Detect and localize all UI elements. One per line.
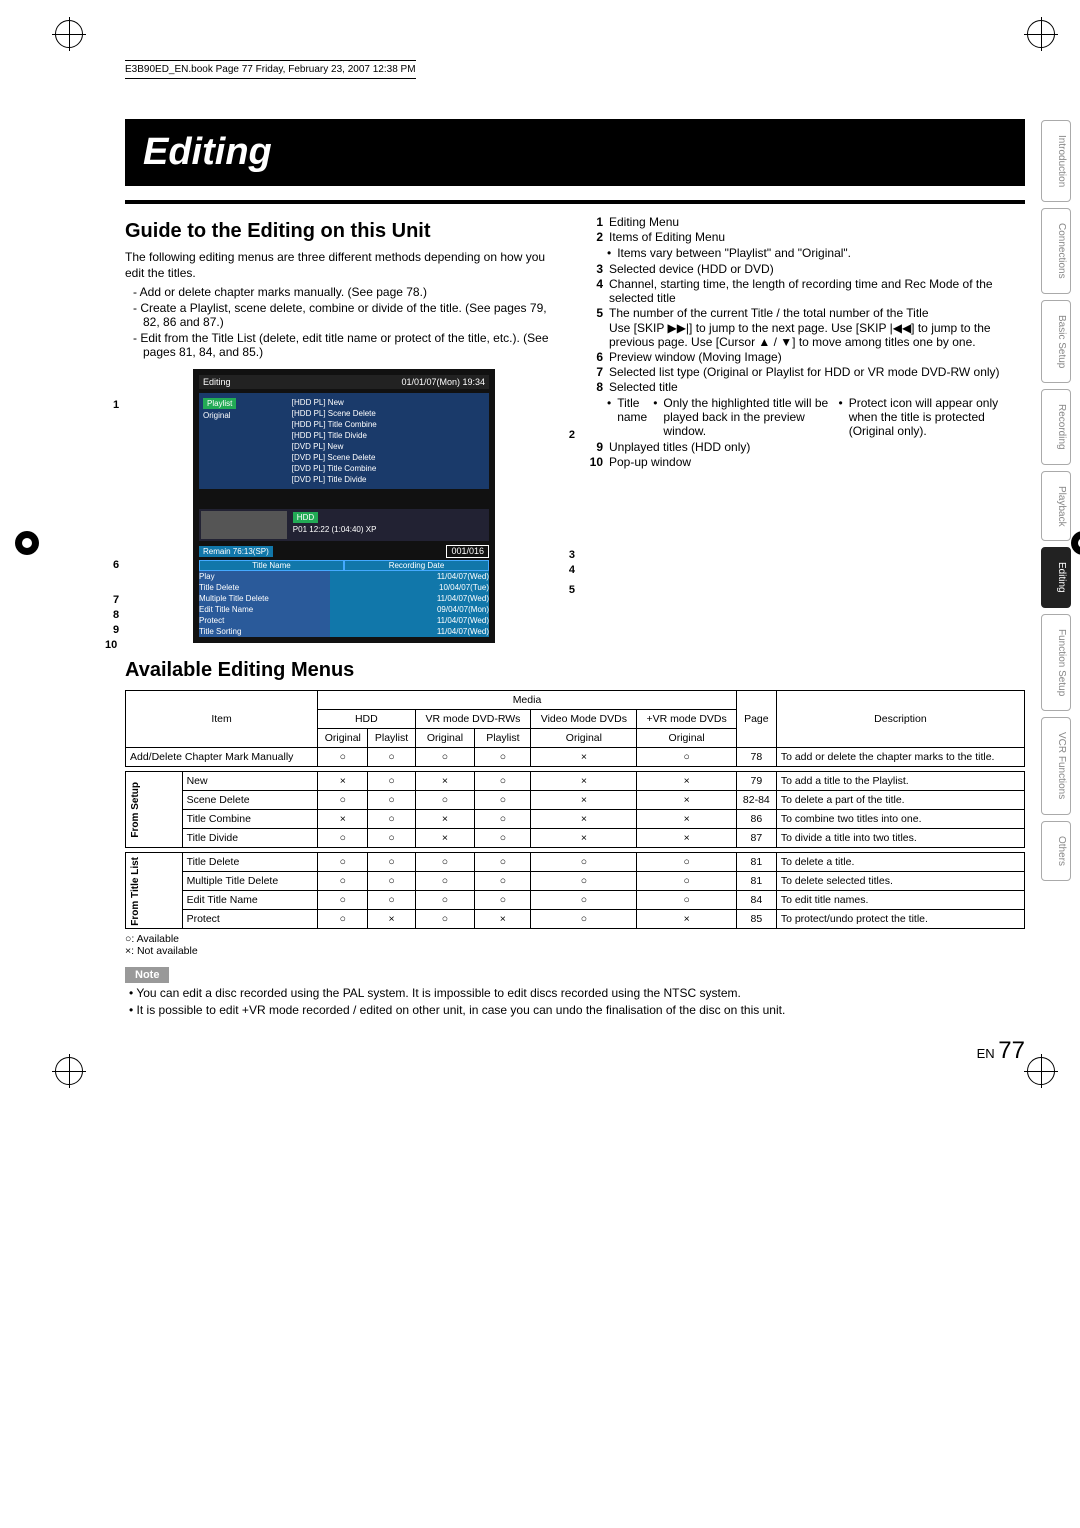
popup-window: Play Title Delete Multiple Title Delete … (199, 571, 330, 637)
table-row: From Title List Title Delete ○○○○○○ 81To… (126, 853, 1025, 872)
tab-introduction[interactable]: Introduction (1041, 120, 1071, 202)
tab-connections[interactable]: Connections (1041, 208, 1071, 294)
table-legend: ○: Available ×: Not available (125, 933, 1025, 957)
tab-basic-setup[interactable]: Basic Setup (1041, 300, 1071, 383)
tab-vcr-functions[interactable]: VCR Functions (1041, 717, 1071, 814)
title-info: P01 12:22 (1:04:40) XP (293, 524, 377, 535)
table-row: Multiple Title Delete○○○○○○81To delete s… (126, 872, 1025, 891)
content-columns: Guide to the Editing on this Unit The fo… (125, 214, 1025, 653)
device-badge: HDD (293, 512, 318, 523)
register-dot-icon (15, 531, 39, 555)
list-item: - Add or delete chapter marks manually. … (125, 285, 563, 299)
page-title: Editing (125, 119, 1025, 186)
register-dot-icon (1071, 531, 1080, 555)
screen-datetime: 01/01/07(Mon) 19:34 (401, 377, 485, 387)
divider (125, 200, 1025, 204)
tab-editing[interactable]: Editing (1041, 547, 1071, 608)
left-column: Guide to the Editing on this Unit The fo… (125, 214, 563, 653)
section-heading: Available Editing Menus (125, 659, 1025, 682)
tab-others[interactable]: Others (1041, 821, 1071, 881)
table-row: From Setup New ×○×○×× 79To add a title t… (126, 772, 1025, 791)
intro-text: The following editing menus are three di… (125, 249, 563, 281)
screen-left-item: Original (203, 410, 286, 421)
list-item: - Create a Playlist, scene delete, combi… (125, 301, 563, 329)
screen-right-list: [HDD PL] New [HDD PL] Scene Delete [HDD … (292, 397, 485, 485)
title-counter: 001/016 (446, 545, 489, 558)
right-column: 1Editing Menu 2Items of Editing Menu Ite… (587, 214, 1025, 653)
side-tabs: Introduction Connections Basic Setup Rec… (1041, 120, 1071, 881)
screen-left-item: Playlist (203, 398, 236, 409)
editing-menus-table: Item Media Page Description HDD VR mode … (125, 690, 1025, 929)
table-row: Protect○×○×○×85To protect/undo protect t… (126, 910, 1025, 929)
tab-recording[interactable]: Recording (1041, 389, 1071, 465)
table-row: Add/Delete Chapter Mark Manually ○○○○×○ … (126, 748, 1025, 767)
note-badge: Note (125, 967, 169, 983)
tab-playback[interactable]: Playback (1041, 471, 1071, 542)
table-row: Scene Delete○○○○××82-84To delete a part … (126, 791, 1025, 810)
page: E3B90ED_EN.book Page 77 Friday, February… (15, 0, 1065, 1105)
crop-mark-icon (55, 1057, 83, 1085)
page-footer: EN 77 (125, 1037, 1025, 1065)
crop-mark-icon (1027, 1057, 1055, 1085)
list-item: - Edit from the Title List (delete, edit… (125, 331, 563, 359)
preview-window-icon (201, 511, 287, 539)
tab-function-setup[interactable]: Function Setup (1041, 614, 1071, 711)
table-row: Title Divide○○×○××87To divide a title in… (126, 829, 1025, 848)
legend-list: 1Editing Menu 2Items of Editing Menu Ite… (587, 215, 1025, 469)
intro-list: - Add or delete chapter marks manually. … (125, 285, 563, 359)
note-list: • You can edit a disc recorded using the… (125, 986, 1025, 1017)
crop-mark-icon (55, 20, 83, 48)
section-heading: Guide to the Editing on this Unit (125, 220, 563, 243)
table-row: Edit Title Name○○○○○○84To edit title nam… (126, 891, 1025, 910)
remain-label: Remain 76:13(SP) (199, 546, 273, 557)
editing-screen-mock: Editing 01/01/07(Mon) 19:34 Playlist Ori… (193, 369, 495, 643)
screen-title: Editing (203, 377, 231, 387)
book-header: E3B90ED_EN.book Page 77 Friday, February… (125, 60, 416, 79)
crop-mark-icon (1027, 20, 1055, 48)
table-row: Title Combine×○×○××86To combine two titl… (126, 810, 1025, 829)
